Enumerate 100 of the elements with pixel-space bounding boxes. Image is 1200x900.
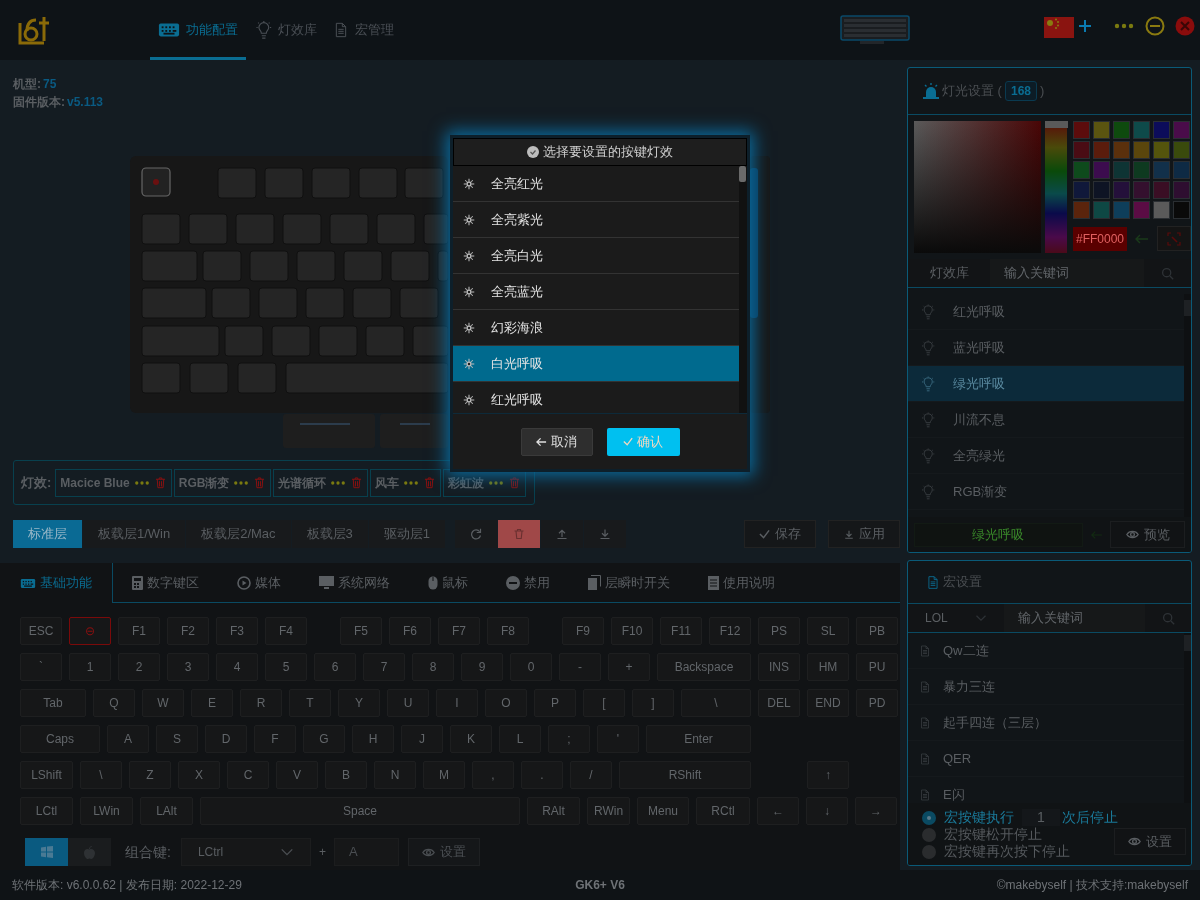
- color-swatch[interactable]: [1173, 121, 1190, 139]
- key-button[interactable]: F7: [438, 617, 480, 645]
- nav-tab[interactable]: 功能配置: [150, 0, 246, 60]
- key-button[interactable]: F10: [611, 617, 653, 645]
- effect-chip[interactable]: Macice Blue: [55, 468, 172, 497]
- cancel-button[interactable]: 取消: [520, 427, 593, 456]
- color-swatch[interactable]: [1073, 141, 1090, 159]
- key-button[interactable]: Caps: [20, 725, 100, 753]
- color-swatch[interactable]: [1153, 121, 1170, 139]
- color-swatch[interactable]: [1133, 201, 1150, 219]
- color-swatch[interactable]: [1093, 161, 1110, 179]
- effect-list-item[interactable]: 绿光呼吸: [908, 366, 1184, 402]
- trash-icon[interactable]: [153, 475, 167, 490]
- scrollbar-thumb[interactable]: [1184, 635, 1191, 651]
- key-button[interactable]: .: [521, 761, 563, 789]
- key-button[interactable]: F1: [118, 617, 160, 645]
- trash-icon[interactable]: [350, 475, 364, 490]
- radio-button[interactable]: [922, 844, 936, 859]
- count-field[interactable]: 1: [1022, 809, 1060, 826]
- key-button[interactable]: F5: [340, 617, 382, 645]
- key-button[interactable]: U: [387, 689, 429, 717]
- color-swatch[interactable]: [1073, 121, 1090, 139]
- color-swatch[interactable]: [1073, 201, 1090, 219]
- key-button[interactable]: [: [583, 689, 625, 717]
- trash-button[interactable]: [498, 520, 541, 548]
- trash-icon[interactable]: [423, 475, 437, 490]
- effect-chip[interactable]: 光谱循环: [273, 468, 369, 497]
- radio-button[interactable]: [922, 827, 936, 842]
- color-swatch[interactable]: [1173, 161, 1190, 179]
- function-tab[interactable]: 禁用: [487, 563, 569, 603]
- key-button[interactable]: HM: [807, 653, 849, 681]
- windows-button[interactable]: [25, 838, 68, 866]
- color-swatch[interactable]: [1113, 181, 1130, 199]
- key-button[interactable]: F11: [660, 617, 702, 645]
- layer-tab[interactable]: 标准层: [13, 520, 82, 548]
- key-button[interactable]: PS: [758, 617, 800, 645]
- key-button[interactable]: G: [303, 725, 345, 753]
- key-button[interactable]: Z: [129, 761, 171, 789]
- effect-option[interactable]: 全亮红光: [453, 166, 739, 202]
- apply-button[interactable]: 应用: [828, 520, 900, 548]
- key-input-field[interactable]: A: [333, 838, 399, 866]
- key-button[interactable]: Space: [200, 797, 520, 825]
- key-button[interactable]: +: [608, 653, 650, 681]
- key-button[interactable]: K: [450, 725, 492, 753]
- key-button[interactable]: Menu: [637, 797, 689, 825]
- color-swatch[interactable]: [1173, 181, 1190, 199]
- color-swatch[interactable]: [1093, 141, 1110, 159]
- nav-tab[interactable]: 灯效库: [246, 0, 325, 60]
- color-swatch[interactable]: [1093, 181, 1110, 199]
- key-button[interactable]: ,: [472, 761, 514, 789]
- more-icon[interactable]: [330, 479, 347, 486]
- key-button[interactable]: LAlt: [140, 797, 193, 825]
- key-button[interactable]: F4: [265, 617, 307, 645]
- key-button[interactable]: RShift: [619, 761, 751, 789]
- key-button[interactable]: F8: [487, 617, 529, 645]
- key-button[interactable]: →: [855, 797, 897, 825]
- effect-list-item[interactable]: 全亮绿光: [908, 438, 1184, 474]
- effect-option[interactable]: 全亮白光: [453, 238, 739, 274]
- color-swatch[interactable]: [1153, 201, 1170, 219]
- download-button[interactable]: [584, 520, 627, 548]
- layer-tab[interactable]: 板载层2/Mac: [186, 520, 291, 548]
- key-button[interactable]: F9: [562, 617, 604, 645]
- key-button[interactable]: Enter: [646, 725, 751, 753]
- key-button[interactable]: ]: [632, 689, 674, 717]
- macro-list-item[interactable]: QER: [908, 741, 1184, 777]
- color-swatch[interactable]: [1133, 181, 1150, 199]
- key-button[interactable]: RWin: [587, 797, 630, 825]
- color-swatch[interactable]: [1113, 121, 1130, 139]
- trash-icon[interactable]: [253, 475, 267, 490]
- search-field[interactable]: 输入关键词: [990, 259, 1144, 287]
- scrollbar-thumb[interactable]: [739, 166, 746, 182]
- trash-icon[interactable]: [508, 475, 522, 490]
- slider-thumb[interactable]: [1044, 121, 1068, 128]
- library-tab[interactable]: 灯效库: [908, 259, 990, 287]
- key-button[interactable]: S: [156, 725, 198, 753]
- key-button[interactable]: LWin: [80, 797, 133, 825]
- function-tab[interactable]: 使用说明: [689, 563, 794, 603]
- color-swatch[interactable]: [1133, 121, 1150, 139]
- key-button[interactable]: DEL: [758, 689, 800, 717]
- confirm-button[interactable]: 确认: [606, 427, 680, 456]
- scrollbar[interactable]: [1184, 294, 1191, 517]
- upload-button[interactable]: [541, 520, 584, 548]
- color-swatch[interactable]: [1153, 181, 1170, 199]
- more-icon[interactable]: [403, 479, 420, 486]
- key-button[interactable]: `: [20, 653, 62, 681]
- color-square[interactable]: [914, 121, 1041, 253]
- key-button[interactable]: 6: [314, 653, 356, 681]
- scrollbar[interactable]: [739, 166, 747, 413]
- group-dropdown[interactable]: LOL: [908, 604, 1004, 632]
- key-button[interactable]: 8: [412, 653, 454, 681]
- color-swatch[interactable]: [1113, 161, 1130, 179]
- function-tab[interactable]: 媒体: [218, 563, 300, 603]
- key-button[interactable]: Q: [93, 689, 135, 717]
- key-button[interactable]: C: [227, 761, 269, 789]
- effect-list-item[interactable]: RGB渐变: [908, 474, 1184, 510]
- key-button[interactable]: 2: [118, 653, 160, 681]
- key-button[interactable]: 0: [510, 653, 552, 681]
- key-button[interactable]: RAlt: [527, 797, 580, 825]
- key-button[interactable]: T: [289, 689, 331, 717]
- eyedropper-button[interactable]: [1157, 226, 1191, 251]
